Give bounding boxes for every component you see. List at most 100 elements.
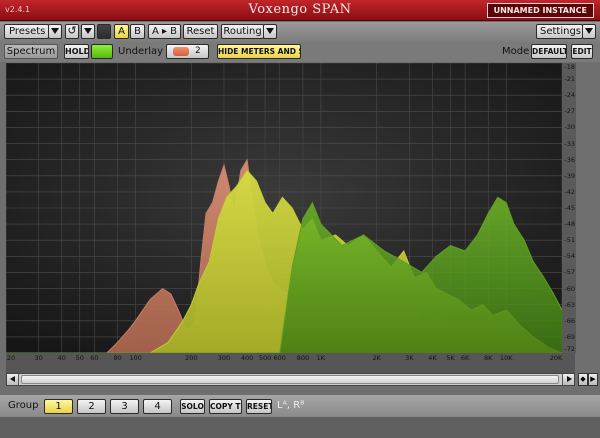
edit-mode-button[interactable]: EDIT [571,44,593,59]
underlay-button[interactable]: 2 [166,44,209,59]
db-tick-label: -69 [564,332,575,341]
frequency-tick-label: 20K [549,354,563,362]
db-scale: -18 -21 -24 -27 -30 -33 -36 -39 -42 -45 -48 -51 -54 -… [562,63,576,353]
frequency-tick-label: 40 [57,354,66,362]
presets-dropdown[interactable] [48,24,62,39]
frequency-tick-label: 30 [34,354,43,362]
instance-name-button[interactable]: UNNAMED INSTANCE [486,3,594,18]
reset-button[interactable]: Reset [183,24,218,39]
frequency-tick-label: 8K [484,354,493,362]
frequency-tick-label: 1K [316,354,326,362]
chevron-down-icon [51,28,59,34]
footer [0,417,600,438]
toolbar: Presets ↺ A B A ▸ B Reset Routing Settin… [0,22,600,42]
scroll-right-button[interactable] [562,374,574,385]
db-tick-label: -60 [564,284,575,293]
frequency-tick-label: 5K [446,354,455,362]
spectrum-tab[interactable]: Spectrum [4,44,58,59]
mode-select[interactable]: DEFAULT [531,44,567,59]
frequency-scrollbar[interactable] [6,373,575,386]
hold-button[interactable]: HOLD [64,44,89,59]
frequency-tick-label: 50 [75,354,84,362]
frequency-tick-label: 2K [372,354,381,362]
ab-copy-button[interactable]: A ▸ B [148,24,181,39]
scroll-thumb[interactable] [21,375,559,384]
spectrum-plot[interactable] [6,63,562,353]
undo-button[interactable]: ↺ [65,24,79,39]
group-reset-button[interactable]: RESET [246,399,272,414]
underlay-label: Underlay [118,46,164,57]
db-tick-label: -36 [564,155,575,164]
frequency-tick-label: 80 [113,354,122,362]
group-4-button[interactable]: 4 [143,399,172,414]
db-tick-label: -18 [564,63,575,71]
hold-indicator-led[interactable] [91,44,113,59]
group-3-button[interactable]: 3 [110,399,139,414]
title-bar: v2.4.1 Voxengo SPAN UNNAMED INSTANCE [0,0,600,21]
db-tick-label: -33 [564,139,575,148]
db-tick-label: -27 [564,107,575,116]
db-tick-label: -30 [564,123,575,132]
frequency-tick-label: 6K [460,354,470,362]
group-label: Group [8,400,39,411]
triangle-right-icon: ▶ [590,375,596,383]
settings-button[interactable]: Settings [536,24,583,39]
db-tick-label: -66 [564,316,575,325]
db-tick-label: -72 [564,345,575,353]
zoom-out-button[interactable]: ◆ [578,373,588,386]
frequency-tick-label: 400 [240,354,254,362]
channel-routing-label: Lᴬ, Rᴮ [277,400,305,411]
group-bar: Group 1 2 3 4 SOLO COPY TO RESET Lᴬ, Rᴮ [0,395,600,417]
chevron-down-icon [84,28,92,34]
undo-icon: ↺ [67,24,77,37]
spectrum-controls: Spectrum HOLD Underlay 2 HIDE METERS AND… [0,42,600,62]
scroll-left-button[interactable] [7,374,19,385]
triangle-right-icon [567,376,572,382]
triangle-left-icon [10,376,15,382]
ab-a-button[interactable]: A [114,24,129,39]
presets-button[interactable]: Presets [4,24,49,39]
db-tick-label: -39 [564,171,575,180]
solo-button[interactable]: SOLO [180,399,205,414]
chevron-down-icon [585,28,593,34]
mode-label: Mode [502,46,530,57]
frequency-tick-label: 200 [185,354,198,362]
zoom-controls: ◆ ▶ [578,373,598,387]
group-1-button[interactable]: 1 [44,399,73,414]
db-tick-label: -24 [564,91,575,100]
hide-meters-button[interactable]: HIDE METERS AND STATS [217,44,301,59]
frequency-tick-label: 500 [258,354,272,362]
frequency-tick-label: 800 [296,354,310,362]
frequency-tick-label: 600 [273,354,286,362]
copy-to-button[interactable]: COPY TO [209,399,242,414]
db-tick-label: -21 [564,75,575,84]
diamond-icon: ◆ [580,375,586,383]
db-tick-label: -51 [564,236,575,245]
redo-button[interactable] [97,24,111,39]
group-2-button[interactable]: 2 [77,399,106,414]
chevron-down-icon [266,28,274,34]
db-tick-label: -54 [564,252,575,261]
db-tick-label: -57 [564,268,575,277]
db-tick-label: -42 [564,187,575,196]
frequency-tick-label: 20 [6,354,16,362]
routing-dropdown[interactable] [263,24,277,39]
frequency-tick-label: 100 [129,354,142,362]
undo-history-dropdown[interactable] [81,24,95,39]
db-tick-label: -63 [564,300,575,309]
db-tick-label: -48 [564,220,575,229]
underlay-indicator-led [173,47,189,56]
spectrum-display[interactable]: -18 -21 -24 -27 -30 -33 -36 -39 -42 -45 -48 -51 -54 -… [6,63,576,373]
routing-button[interactable]: Routing [221,24,264,39]
scroll-end-button[interactable]: ▶ [588,373,598,386]
frequency-tick-label: 10K [499,354,513,362]
db-tick-label: -45 [564,204,575,212]
frequency-tick-label: 4K [428,354,437,362]
settings-dropdown[interactable] [582,24,596,39]
frequency-tick-label: 3K [405,354,414,362]
frequency-tick-label: 300 [217,354,231,362]
underlay-slot-number: 2 [195,46,201,56]
ab-b-button[interactable]: B [130,24,145,39]
frequency-scale: 20 30 40 50 60 80 100 200 300 400 500 600 800 1K 2K 3K 4… [6,353,562,365]
frequency-tick-label: 60 [90,354,99,362]
